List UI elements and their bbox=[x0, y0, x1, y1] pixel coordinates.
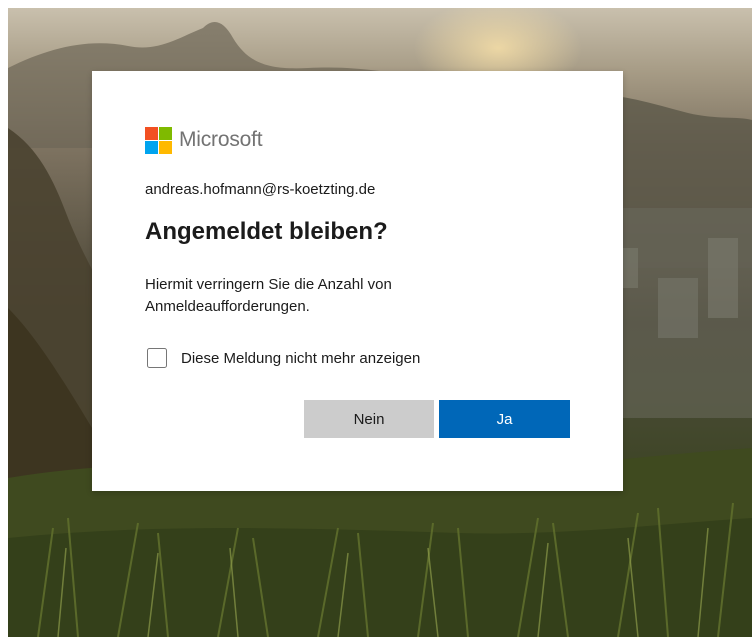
logo-quadrant-red bbox=[145, 126, 158, 140]
yes-button[interactable]: Ja bbox=[439, 400, 570, 438]
account-email: andreas.hofmann@rs-koetzting.de bbox=[145, 181, 376, 198]
dialog-title: Angemeldet bleiben? bbox=[145, 218, 388, 245]
dont-show-again-option[interactable]: Diese Meldung nicht mehr anzeigen bbox=[147, 348, 420, 368]
no-button[interactable]: Nein bbox=[304, 400, 434, 438]
dont-show-again-label: Diese Meldung nicht mehr anzeigen bbox=[181, 349, 421, 367]
dont-show-again-checkbox[interactable] bbox=[147, 348, 167, 368]
brand-row: Microsoft bbox=[145, 126, 263, 154]
dialog-description: Hiermit verringern Sie die Anzahl von An… bbox=[145, 276, 392, 315]
page: Microsoft andreas.hofmann@rs-koetzting.d… bbox=[0, 0, 752, 637]
brand-name: Microsoft bbox=[179, 128, 263, 151]
stay-signed-in-dialog: Microsoft andreas.hofmann@rs-koetzting.d… bbox=[92, 71, 623, 491]
microsoft-logo-icon bbox=[145, 126, 172, 154]
logo-quadrant-blue bbox=[145, 140, 158, 154]
logo-quadrant-green bbox=[159, 126, 172, 140]
logo-quadrant-yellow bbox=[159, 140, 172, 154]
